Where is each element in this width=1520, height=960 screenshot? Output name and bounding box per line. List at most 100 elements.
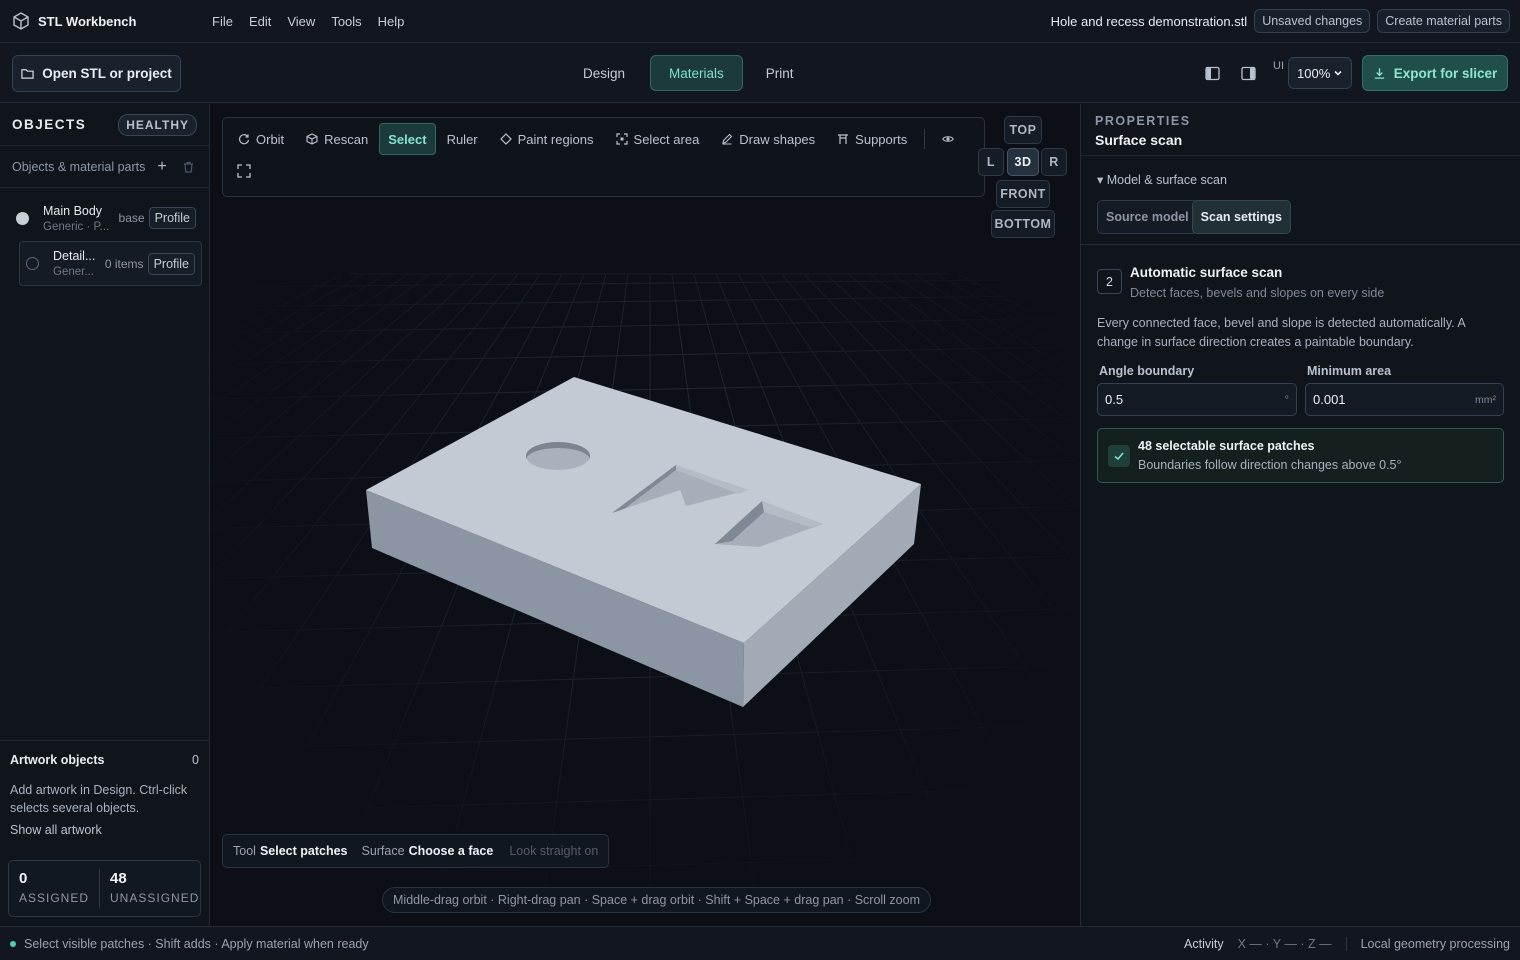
look-straight-on-button[interactable]: Look straight on <box>509 844 598 858</box>
scene-canvas[interactable] <box>210 104 1080 926</box>
export-for-slicer-button[interactable]: Export for slicer <box>1362 55 1508 91</box>
orbit-icon <box>238 134 250 145</box>
assigned-count: 0 <box>19 870 28 887</box>
tab-print[interactable]: Print <box>751 55 809 91</box>
assigned-label: ASSIGNED <box>19 891 90 905</box>
tab-scan-settings[interactable]: Scan settings <box>1191 200 1291 234</box>
tool-draw-shapes[interactable]: Draw shapes <box>710 123 826 155</box>
main-toolbar: Open STL or project Design Materials Pri… <box>0 43 1520 103</box>
angle-boundary-value: 0.5 <box>1105 392 1124 407</box>
tool-value: Select patches <box>259 844 348 858</box>
artwork-description: Add artwork in Design. Ctrl-click select… <box>10 783 188 815</box>
object-meta: Generic · P... <box>43 220 110 233</box>
tool-select-label: Select <box>388 131 427 147</box>
grid-line <box>210 273 475 520</box>
tool-ruler[interactable]: Ruler <box>436 123 489 155</box>
toggle-right-panel-icon[interactable] <box>1235 60 1261 86</box>
material-swatch <box>26 257 39 270</box>
view-3d-button[interactable]: 3D <box>1007 148 1039 176</box>
object-row-detail[interactable]: Detail... Gener... 0 items Profile <box>19 241 202 286</box>
grid-line <box>210 346 1080 365</box>
divider <box>1081 244 1520 245</box>
add-icon[interactable]: + <box>157 158 166 176</box>
objects-title: OBJECTS <box>12 117 87 132</box>
tab-materials[interactable]: Materials <box>650 55 743 91</box>
minimum-area-label: Minimum area <box>1307 364 1392 378</box>
profile-button[interactable]: Profile <box>147 252 195 275</box>
eye-icon <box>942 136 955 142</box>
viewport-toolbar: Orbit Rescan Select Ruler Paint regions … <box>222 117 985 197</box>
section-toggle[interactable]: ▾ Model & surface scan <box>1097 172 1227 187</box>
create-material-parts-button[interactable]: Create material parts <box>1377 9 1510 33</box>
ui-scale-label: UI <box>1273 60 1284 72</box>
object-row-main-body[interactable]: Main Body Generic · P... base Profile <box>10 197 202 239</box>
3d-viewport[interactable]: Orbit Rescan Select Ruler Paint regions … <box>210 104 1080 926</box>
material-swatch <box>16 211 29 225</box>
artwork-count: 0 <box>192 753 199 767</box>
model-mesh[interactable] <box>366 377 921 707</box>
brand: STL Workbench <box>12 12 202 30</box>
fullscreen-icon[interactable] <box>237 164 251 178</box>
unassigned-count: 48 <box>110 870 127 887</box>
object-tag: 0 items <box>104 256 144 271</box>
view-right-button[interactable]: R <box>1041 148 1067 176</box>
cube-logo-icon <box>13 12 29 30</box>
minimum-area-input[interactable]: 0.001 mm² <box>1305 383 1504 416</box>
step-title: Automatic surface scan <box>1130 265 1283 280</box>
tool-select-area-label: Select area <box>633 131 700 147</box>
file-name: Hole and recess demonstration.stl <box>1050 13 1248 29</box>
grid-line <box>210 273 453 474</box>
support-icon <box>838 134 849 144</box>
menu-bar: STL Workbench File Edit View Tools Help … <box>0 0 1520 43</box>
result-title: 48 selectable surface patches <box>1138 439 1315 453</box>
visibility-toggle[interactable] <box>931 123 965 155</box>
step-number: 2 <box>1097 269 1122 294</box>
object-name: Main Body <box>43 203 103 218</box>
checkmark-icon <box>1108 445 1130 467</box>
view-top-button[interactable]: TOP <box>1004 116 1042 144</box>
menu-view[interactable]: View <box>279 10 323 33</box>
tab-source-model[interactable]: Source model <box>1097 200 1198 234</box>
cursor-coordinates: X — · Y — · Z — <box>1237 936 1332 951</box>
ui-zoom-select[interactable]: 100% <box>1288 57 1352 89</box>
menu-tools[interactable]: Tools <box>323 10 369 33</box>
section-title: Model & surface scan <box>1106 173 1227 187</box>
menu-edit[interactable]: Edit <box>241 10 279 33</box>
properties-title: Surface scan <box>1095 132 1183 148</box>
status-divider <box>1345 936 1347 951</box>
view-left-button[interactable]: L <box>978 148 1004 176</box>
minimum-area-value: 0.001 <box>1313 392 1346 407</box>
tool-select-area[interactable]: Select area <box>605 123 711 155</box>
tool-status-chip: Tool Select patches Surface Choose a fac… <box>222 834 610 868</box>
toggle-left-panel-icon[interactable] <box>1199 60 1225 86</box>
open-stl-button[interactable]: Open STL or project <box>12 55 181 92</box>
result-subtitle: Boundaries follow direction changes abov… <box>1138 458 1402 472</box>
grid-line <box>935 273 1080 357</box>
tool-supports[interactable]: Supports <box>826 123 918 155</box>
tool-select[interactable]: Select <box>379 123 436 155</box>
show-all-artwork-link[interactable]: Show all artwork <box>10 823 199 837</box>
tool-rescan[interactable]: Rescan <box>295 123 379 155</box>
angle-boundary-input[interactable]: 0.5 ° <box>1097 383 1297 416</box>
folder-icon <box>21 69 34 79</box>
menu-file[interactable]: File <box>204 10 241 33</box>
unsaved-changes-button[interactable]: Unsaved changes <box>1254 9 1371 33</box>
objects-subtitle: Objects & material parts <box>12 159 146 174</box>
status-message: Select visible patches · Shift adds · Ap… <box>24 936 369 951</box>
tool-orbit[interactable]: Orbit <box>227 123 295 155</box>
menu-help[interactable]: Help <box>370 10 413 33</box>
chevron-down-icon <box>1334 70 1342 76</box>
pencil-icon <box>722 133 733 145</box>
view-bottom-button[interactable]: BOTTOM <box>991 210 1055 238</box>
trash-icon[interactable] <box>183 161 194 173</box>
profile-button[interactable]: Profile <box>148 207 196 229</box>
tab-design[interactable]: Design <box>568 55 640 91</box>
activity-button[interactable]: Activity <box>1184 937 1224 951</box>
tool-paint-regions[interactable]: Paint regions <box>489 123 605 155</box>
grid-line <box>847 273 1080 466</box>
grid-line <box>210 273 497 578</box>
tool-rescan-label: Rescan <box>324 131 369 147</box>
view-front-button[interactable]: FRONT <box>996 180 1050 208</box>
grid-line <box>957 273 1080 340</box>
grid-line <box>210 273 409 408</box>
